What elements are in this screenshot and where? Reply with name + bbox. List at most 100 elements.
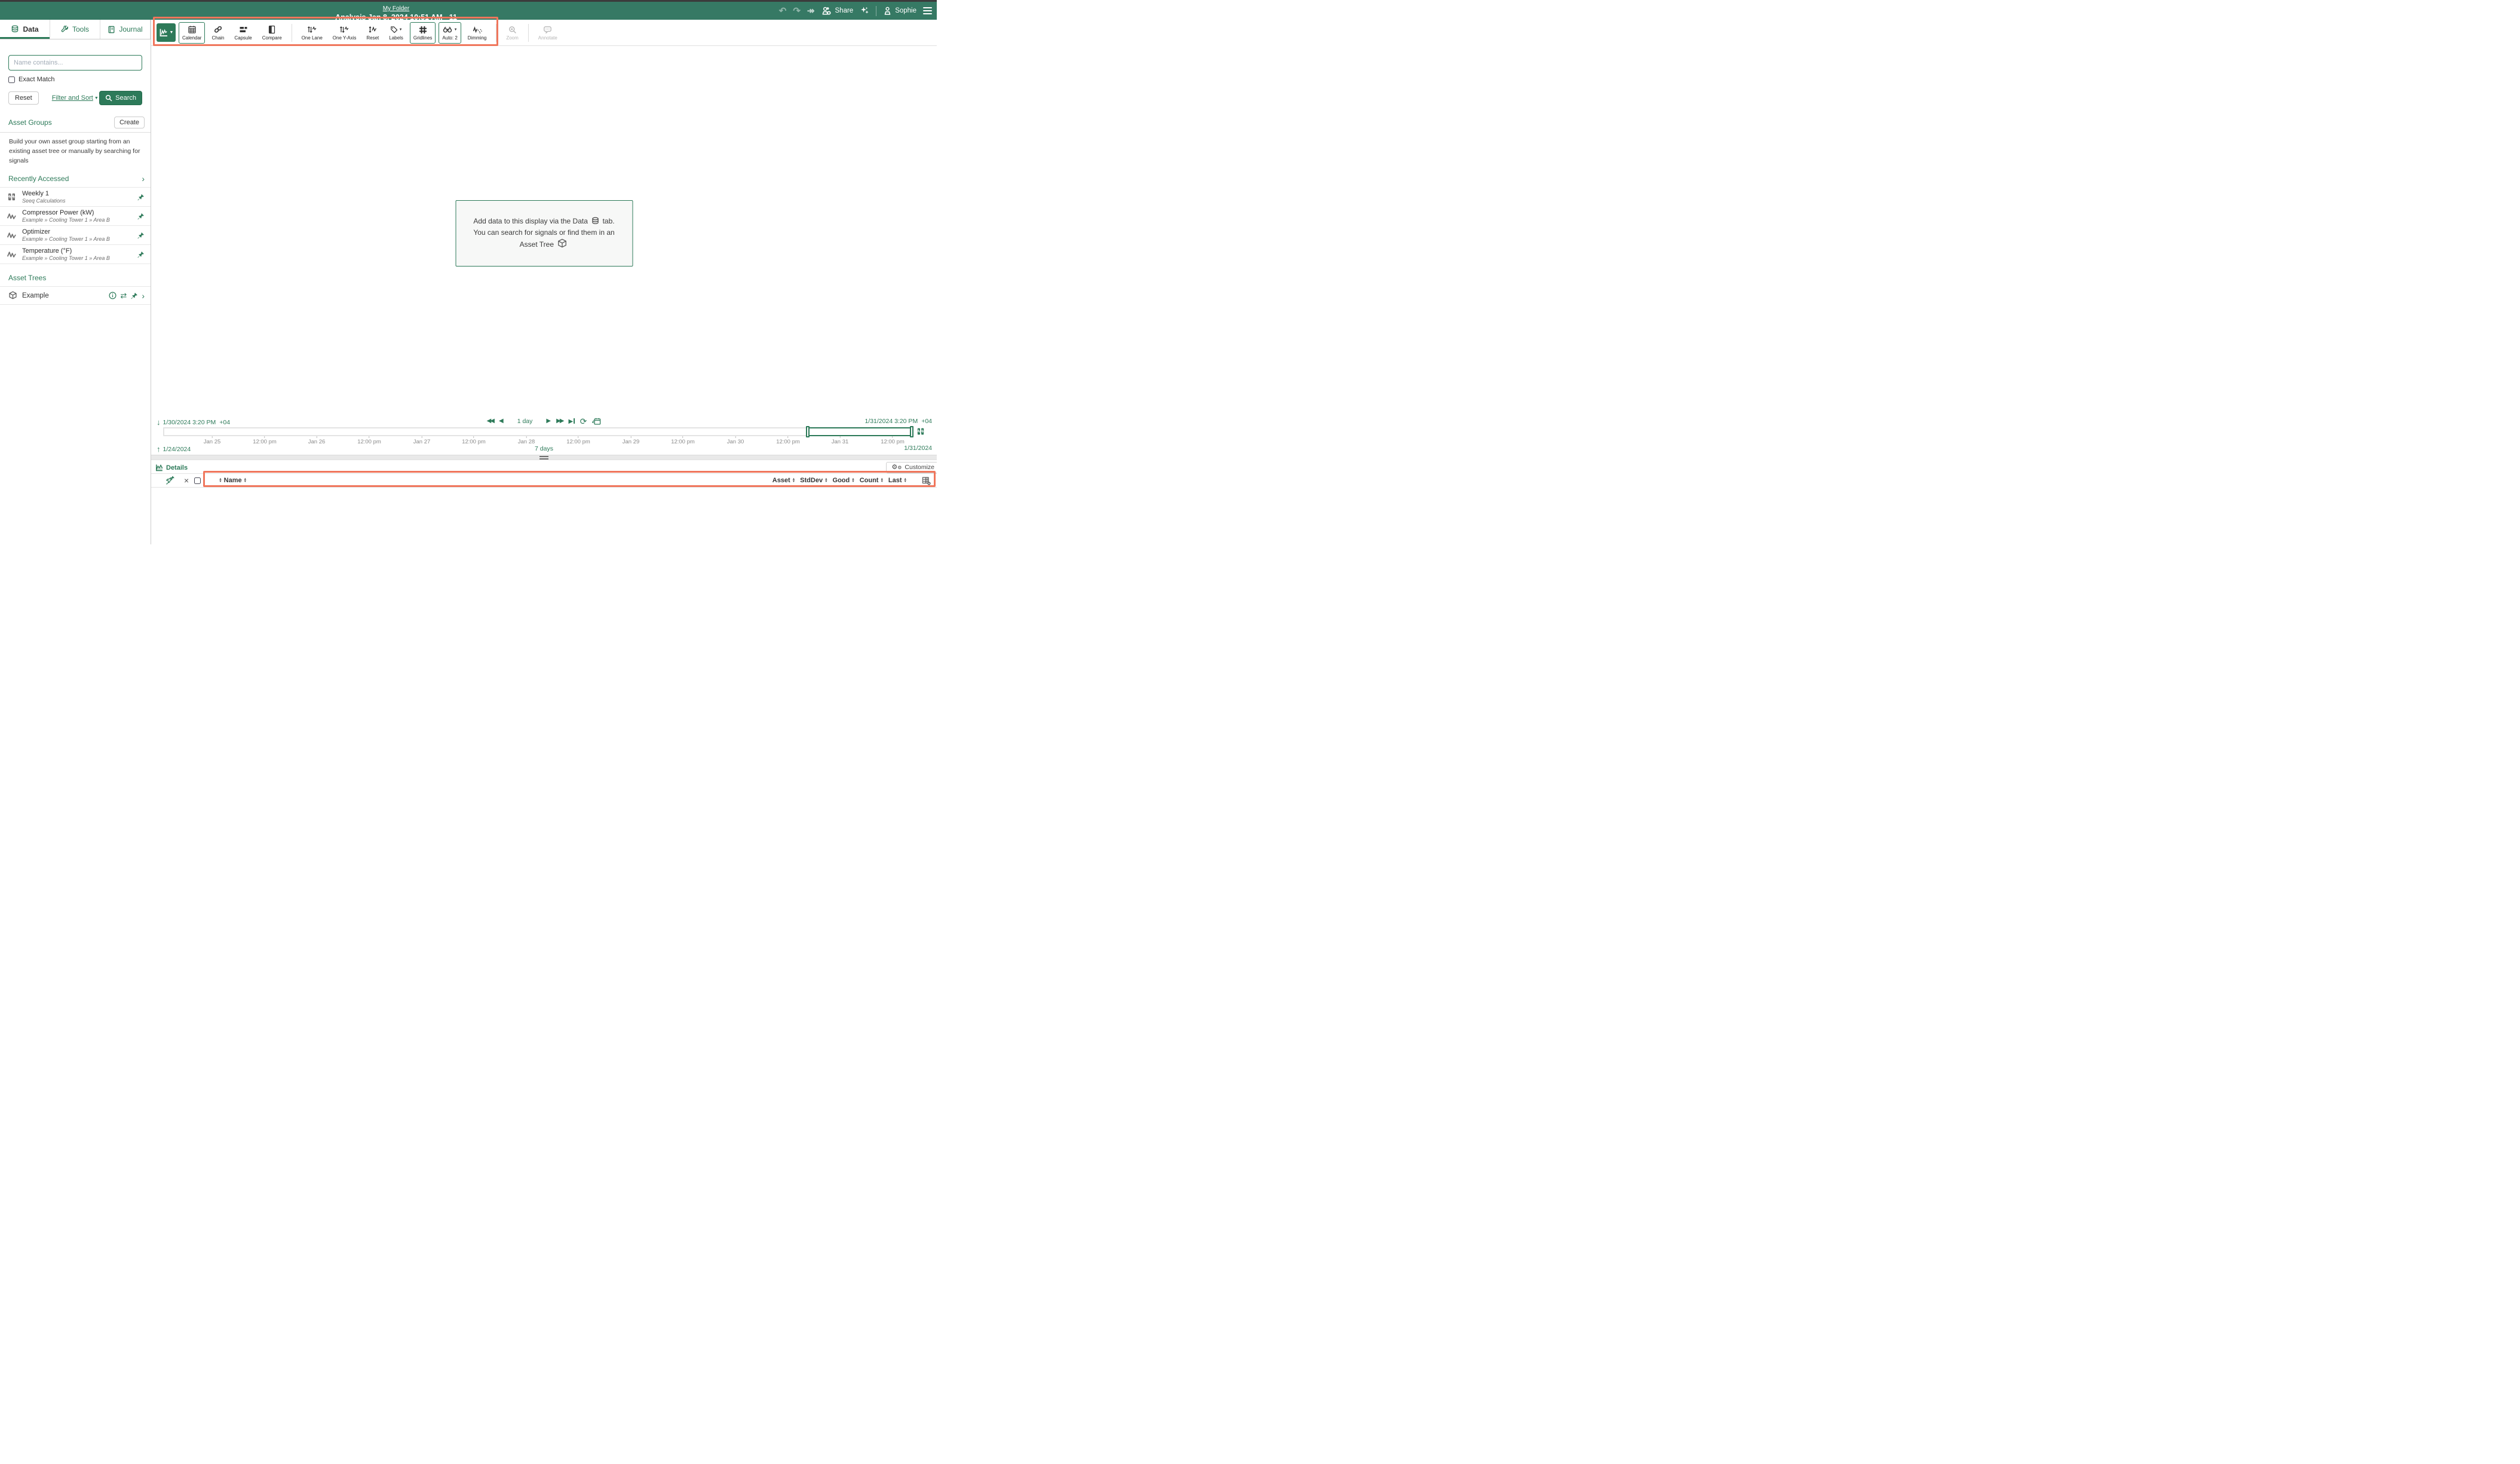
remove-all-icon[interactable]: × — [184, 476, 189, 485]
column-header-count[interactable]: Count ▲▼ — [860, 477, 885, 484]
search-panel: Exact Match Reset Filter and Sort ▼ Sear… — [0, 39, 151, 105]
create-asset-group-button[interactable]: Create — [114, 117, 145, 128]
sort-icon[interactable]: ▲▼ — [851, 478, 854, 483]
sort-icon[interactable]: ▲▼ — [792, 478, 795, 483]
swap-asset-icon[interactable]: ⇄ — [120, 292, 127, 299]
details-title: Details — [166, 464, 188, 471]
step-to-end-icon[interactable]: ▶ — [568, 418, 574, 425]
search-button[interactable]: Search — [99, 91, 142, 105]
pin-icon[interactable] — [137, 193, 145, 201]
sort-icon[interactable]: ▲▼ — [244, 478, 247, 483]
forward-history-icon[interactable]: ↠ — [807, 7, 815, 16]
column-header-last[interactable]: Last ▲▼ — [888, 477, 909, 484]
toolbar-calendar-button[interactable]: Calendar — [179, 22, 205, 44]
tab-journal[interactable]: Journal — [100, 20, 151, 39]
item-name: Compressor Power (kW) — [22, 209, 110, 216]
investigate-range-scrubber[interactable] — [163, 427, 910, 436]
asset-trees-title: Asset Trees — [8, 274, 46, 282]
search-input[interactable] — [8, 55, 142, 71]
tab-data[interactable]: Data — [0, 20, 50, 39]
customize-button[interactable]: ⚙⚙ Customize — [886, 462, 937, 473]
step-back-icon[interactable]: ◀ — [499, 418, 504, 424]
column-header-stddev[interactable]: StdDev ▲▼ — [800, 477, 829, 484]
axis-tick: Jan 26 — [308, 436, 326, 445]
investigate-range-start[interactable]: 1/24/2024 — [163, 446, 191, 453]
toolbar-zoom-button[interactable]: Zoom — [502, 22, 522, 44]
axis-tick: Jan 29 — [623, 436, 640, 445]
timezone-label[interactable]: +04 — [219, 419, 230, 426]
toolbar-gridlines-button[interactable]: Gridlines — [410, 22, 436, 44]
reset-button[interactable]: Reset — [8, 91, 39, 105]
display-range-start[interactable]: 1/30/2024 3:20 PM — [163, 419, 216, 426]
trend-display-area[interactable]: Add data to this display via the Data ta… — [151, 46, 937, 416]
toolbar-labels-button[interactable]: ▼ Labels — [385, 22, 407, 44]
duration-timebar: ↓ 1/30/2024 3:20 PM +04 ◀◀ ◀ 1 day ▶ ▶▶ … — [151, 416, 937, 455]
tag-icon — [390, 26, 398, 33]
filter-and-sort-link[interactable]: Filter and Sort — [52, 94, 93, 102]
sort-icon[interactable]: ▲▼ — [219, 478, 222, 483]
toolbar-capsule-button[interactable]: Capsule — [231, 22, 255, 44]
column-header-name[interactable]: ▲▼ Name ▲▼ — [217, 477, 249, 484]
select-all-checkbox[interactable] — [194, 477, 201, 484]
display-range-start-icon: ↓ — [157, 418, 161, 427]
column-header-asset[interactable]: Asset ▲▼ — [772, 477, 797, 484]
step-size-label[interactable]: 1 day — [517, 418, 533, 425]
list-item[interactable]: Optimizer Example » Cooling Tower 1 » Ar… — [0, 225, 151, 244]
add-column-icon[interactable] — [922, 476, 931, 485]
cube-icon — [557, 238, 567, 249]
share-button[interactable]: Share — [821, 7, 854, 16]
user-menu[interactable]: Sophie — [883, 7, 916, 16]
list-item[interactable]: Temperature (°F) Example » Cooling Tower… — [0, 244, 151, 264]
asset-tree-item[interactable]: Example ⇄ › — [0, 286, 151, 305]
toolbar-dimming-button[interactable]: Dimming — [464, 22, 490, 44]
list-item[interactable]: Weekly 1 Seeq Calculations — [0, 187, 151, 206]
info-icon[interactable] — [109, 292, 117, 299]
display-range-end[interactable]: 1/31/2024 3:20 PM — [864, 418, 918, 425]
view-selector-button[interactable]: ▼ — [157, 23, 176, 42]
timezone-label[interactable]: +04 — [921, 418, 932, 425]
refresh-icon[interactable]: ⟳ — [580, 417, 587, 425]
step-forward-much-icon[interactable]: ▶▶ — [556, 418, 563, 424]
toolbar-reset-button[interactable]: Reset — [363, 22, 382, 44]
step-forward-icon[interactable]: ▶ — [546, 418, 551, 424]
toolbar-capsule-time-button[interactable]: ▼ Auto: 2 — [439, 22, 461, 44]
redo-icon[interactable]: ↷ — [793, 7, 801, 16]
display-range-selection[interactable] — [807, 427, 913, 436]
sort-icon[interactable]: ▲▼ — [824, 478, 827, 483]
rocket-icon[interactable] — [165, 476, 174, 485]
chevron-right-icon[interactable]: › — [142, 174, 145, 183]
chevron-right-icon[interactable]: › — [142, 292, 145, 300]
pin-icon[interactable] — [137, 231, 145, 239]
toolbar-compare-button[interactable]: Compare — [259, 22, 286, 44]
step-back-much-icon[interactable]: ◀◀ — [487, 418, 493, 424]
ai-assistant-icon[interactable] — [860, 6, 869, 16]
seeq-workbench: My Folder Analysis Jan 8, 2024 10:51 AM … — [0, 0, 937, 544]
pin-icon[interactable] — [137, 250, 145, 258]
list-item[interactable]: Compressor Power (kW) Example » Cooling … — [0, 206, 151, 225]
breadcrumb[interactable]: My Folder — [383, 5, 409, 12]
one-lane-icon — [307, 25, 317, 35]
sort-icon[interactable]: ▲▼ — [880, 478, 883, 483]
toolbar-chain-button[interactable]: Chain — [208, 22, 228, 44]
sort-icon[interactable]: ▲▼ — [904, 478, 907, 483]
pin-icon[interactable] — [130, 292, 138, 299]
toolbar-annotate-button[interactable]: Annotate — [535, 22, 561, 44]
toolbar-one-lane-button[interactable]: One Lane — [298, 22, 326, 44]
axis-tick: 12:00 pm — [671, 436, 695, 445]
undo-icon[interactable]: ↶ — [779, 7, 787, 16]
calendar-step-icon[interactable] — [592, 417, 601, 425]
tab-tools[interactable]: Tools — [50, 20, 100, 39]
exact-match-checkbox[interactable] — [8, 76, 15, 83]
investigate-range-end[interactable]: 1/31/2024 — [904, 445, 932, 452]
panel-splitter[interactable] — [151, 455, 937, 460]
item-name: Weekly 1 — [22, 190, 66, 197]
pin-icon[interactable] — [137, 212, 145, 220]
column-header-good[interactable]: Good ▲▼ — [833, 477, 857, 484]
splitter-handle-icon — [539, 456, 548, 460]
axis-tick: Jan 31 — [832, 436, 849, 445]
chevron-down-icon: ▼ — [94, 96, 99, 100]
hamburger-menu-icon[interactable] — [923, 7, 932, 14]
capsule-icon — [239, 25, 248, 35]
investigate-range-duration[interactable]: 7 days — [535, 445, 553, 452]
toolbar-one-y-axis-button[interactable]: One Y-Axis — [329, 22, 360, 44]
